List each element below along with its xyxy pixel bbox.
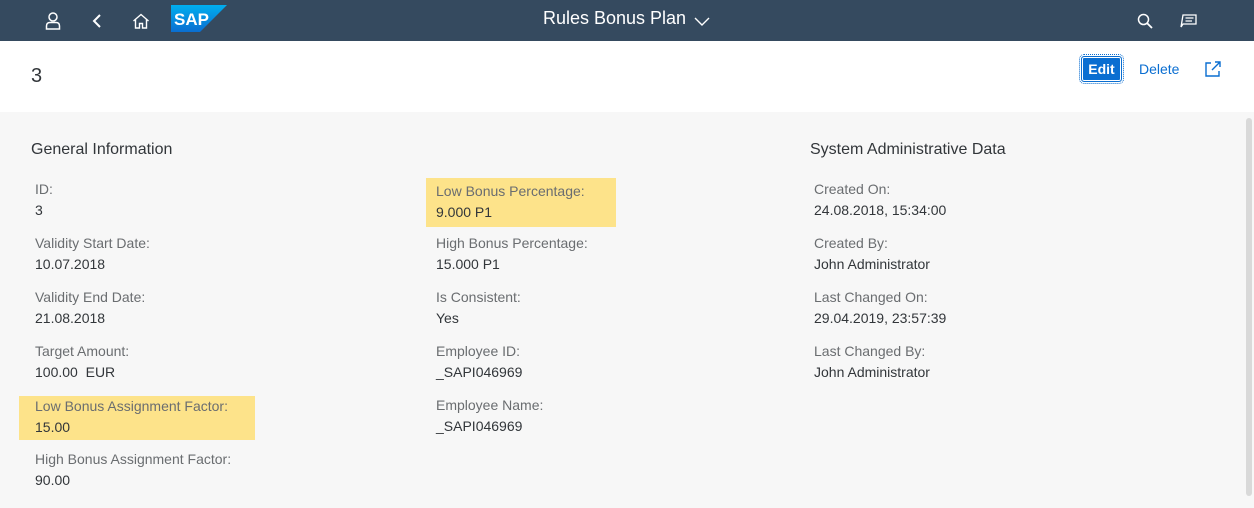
field-value: Yes — [436, 310, 459, 326]
vertical-scrollbar[interactable] — [1246, 118, 1252, 496]
field-label: Validity End Date: — [35, 289, 146, 305]
field-created-on: Created On: 24.08.2018, 15:34:00 — [798, 178, 1028, 227]
field-employee-id: Employee ID: _SAPI046969 — [426, 340, 656, 389]
admin-data-title: System Administrative Data — [810, 141, 1006, 158]
user-icon[interactable] — [38, 0, 68, 41]
object-header: 3 Edit Delete — [0, 41, 1254, 112]
field-value: 3 — [35, 202, 43, 218]
field-value: 24.08.2018, 15:34:00 — [814, 202, 947, 218]
field-is-consistent: Is Consistent: Yes — [426, 286, 656, 335]
field-label: High Bonus Assignment Factor: — [35, 451, 232, 467]
field-validity-end-date: Validity End Date: 21.08.2018 — [19, 286, 249, 335]
field-id: ID: 3 — [19, 178, 249, 227]
field-target-amount: Target Amount: 100.00 EUR — [19, 340, 249, 389]
field-last-changed-by: Last Changed By: John Administrator — [798, 340, 1028, 389]
field-value: 90.00 — [35, 472, 71, 488]
share-icon[interactable] — [1200, 56, 1226, 82]
field-value: _SAPI046969 — [436, 364, 523, 380]
field-label: Created By: — [814, 235, 888, 251]
object-title: 3 — [31, 65, 43, 87]
field-value: _SAPI046969 — [436, 418, 523, 434]
chevron-down-icon — [694, 17, 710, 26]
field-created-by: Created By: John Administrator — [798, 232, 1028, 281]
field-value: 100.00 EUR — [35, 364, 116, 380]
app-title: Rules Bonus Plan — [542, 7, 687, 28]
field-label: Last Changed On: — [814, 289, 928, 305]
home-icon[interactable] — [128, 0, 154, 41]
field-label: Employee ID: — [436, 343, 521, 359]
field-label: Low Bonus Percentage: — [436, 183, 585, 199]
field-label: Is Consistent: — [436, 289, 521, 305]
field-label: Validity Start Date: — [35, 235, 150, 251]
field-value: 21.08.2018 — [35, 310, 106, 326]
app-title-menu[interactable]: Rules Bonus Plan — [543, 8, 711, 29]
field-low-bonus-assignment-factor: Low Bonus Assignment Factor: 15.00 — [19, 396, 255, 440]
field-label: Target Amount: — [35, 343, 130, 359]
sap-logo-text: SAP — [174, 10, 209, 29]
delete-button[interactable]: Delete — [1133, 56, 1185, 82]
field-high-bonus-percentage: High Bonus Percentage: 15.000 P1 — [426, 232, 656, 281]
field-value: John Administrator — [814, 256, 930, 272]
back-icon[interactable] — [84, 0, 110, 41]
field-value: 15.00 — [35, 419, 71, 435]
field-employee-name: Employee Name: _SAPI046969 — [426, 394, 656, 443]
object-content: General Information System Administrativ… — [0, 112, 1254, 508]
field-value: 10.07.2018 — [35, 256, 106, 272]
field-value: 9.000 P1 — [436, 204, 493, 220]
field-label: Low Bonus Assignment Factor: — [35, 398, 228, 414]
shell-bar: SAP Rules Bonus Plan — [0, 0, 1254, 41]
field-label: ID: — [35, 181, 53, 197]
field-value: John Administrator — [814, 364, 930, 380]
search-icon[interactable] — [1132, 0, 1158, 41]
field-label: Last Changed By: — [814, 343, 926, 359]
field-value: 29.04.2019, 23:57:39 — [814, 310, 947, 326]
field-label: High Bonus Percentage: — [436, 235, 588, 251]
general-information-title: General Information — [31, 141, 173, 158]
edit-button[interactable]: Edit — [1079, 54, 1124, 84]
notifications-icon[interactable] — [1175, 0, 1203, 41]
sap-logo[interactable]: SAP — [171, 5, 227, 32]
field-label: Employee Name: — [436, 397, 544, 413]
field-value: 15.000 P1 — [436, 256, 500, 272]
field-high-bonus-assignment-factor: High Bonus Assignment Factor: 90.00 — [19, 448, 249, 497]
field-low-bonus-percentage: Low Bonus Percentage: 9.000 P1 — [426, 178, 616, 227]
field-label: Created On: — [814, 181, 891, 197]
field-validity-start-date: Validity Start Date: 10.07.2018 — [19, 232, 249, 281]
field-last-changed-on: Last Changed On: 29.04.2019, 23:57:39 — [798, 286, 1028, 335]
